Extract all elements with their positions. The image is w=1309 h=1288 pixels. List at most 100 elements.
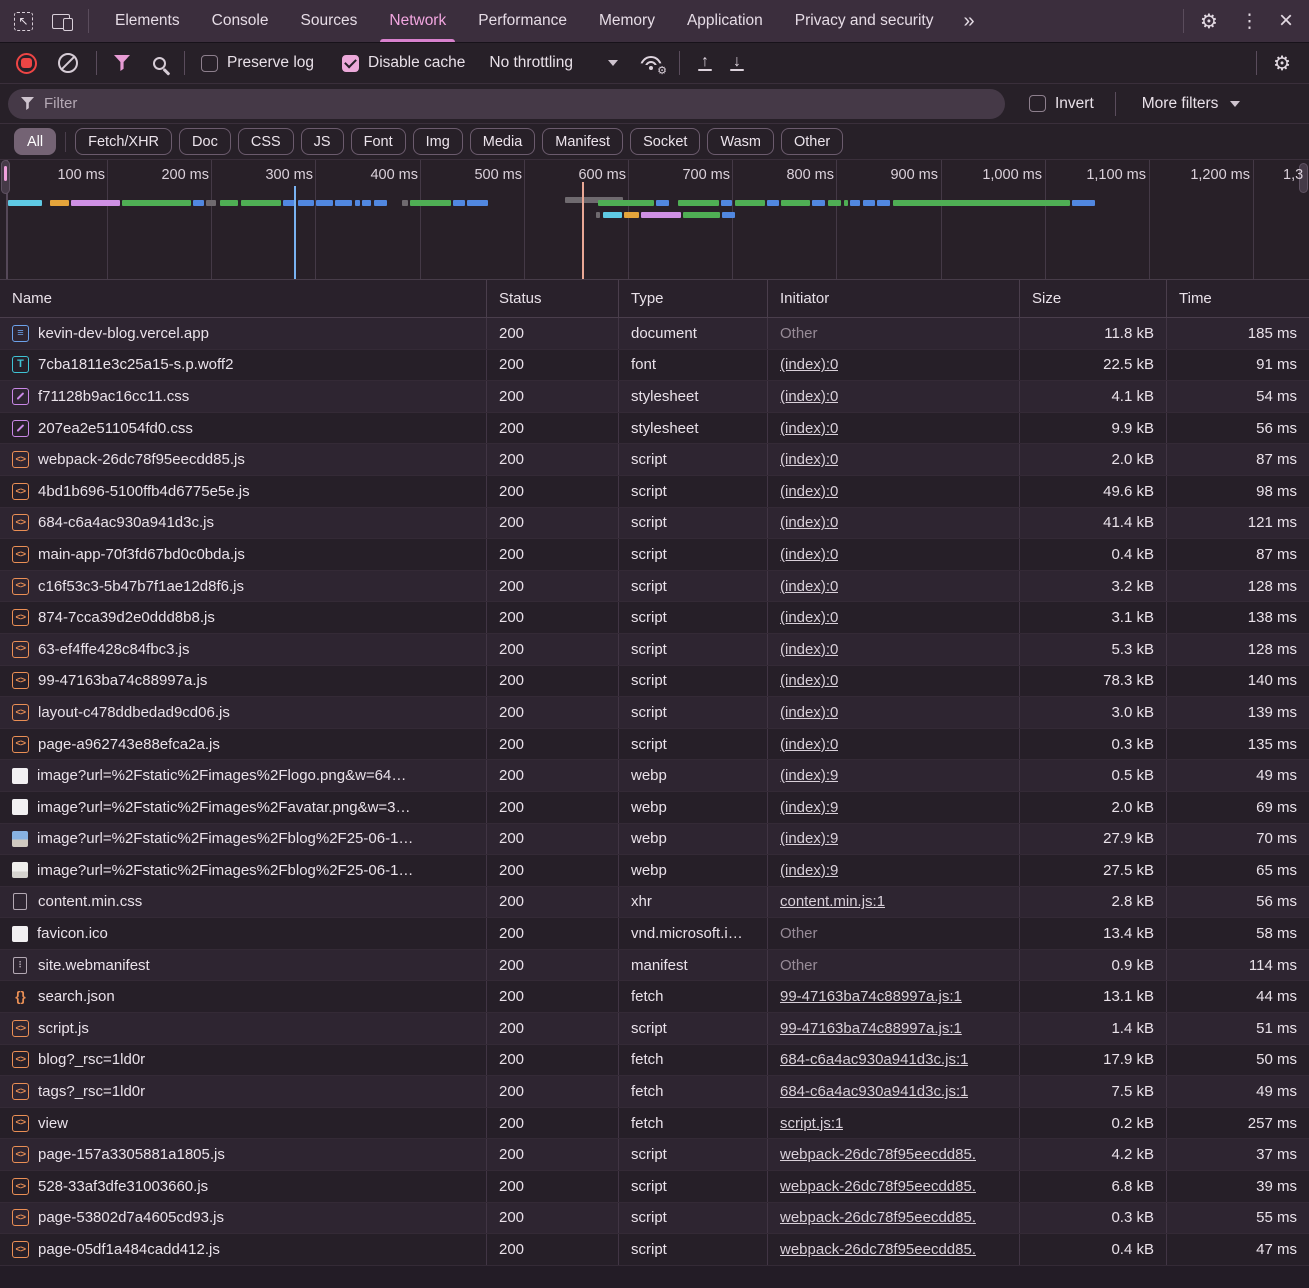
tab-application[interactable]: Application: [671, 0, 779, 42]
table-row[interactable]: tags?_rsc=1ld0r 200fetch 684-c6a4ac930a941…: [0, 1076, 1309, 1108]
filter-chip-media[interactable]: Media: [469, 128, 536, 155]
table-row[interactable]: 528-33af3dfe31003660.js 200script webpack-…: [0, 1171, 1309, 1203]
initiator-link[interactable]: 684-c6a4ac930a941d3c.js:1: [780, 1083, 968, 1100]
tab-network[interactable]: Network: [373, 0, 462, 42]
initiator-link[interactable]: 99-47163ba74c88997a.js:1: [780, 1020, 962, 1037]
filter-chip-doc[interactable]: Doc: [179, 128, 231, 155]
initiator-link[interactable]: (index):0: [780, 704, 838, 721]
initiator-link[interactable]: (index):0: [780, 609, 838, 626]
cell-name[interactable]: image?url=%2Fstatic%2Fimages%2Fblog%2F25…: [0, 823, 487, 855]
filter-chip-other[interactable]: Other: [780, 128, 844, 155]
initiator-link[interactable]: (index):0: [780, 483, 838, 500]
table-row[interactable]: 63-ef4ffe428c84fbc3.js 200script (index):0…: [0, 633, 1309, 666]
device-toolbar-icon[interactable]: [52, 13, 73, 31]
cell-name[interactable]: main-app-70f3fd67bd0c0bda.js: [0, 539, 487, 570]
cell-name[interactable]: 684-c6a4ac930a941d3c.js: [0, 507, 487, 539]
initiator-link[interactable]: (index):0: [780, 420, 838, 437]
table-row[interactable]: view 200fetch script.js:1 0.2 kB 257 ms: [0, 1107, 1309, 1140]
initiator-link[interactable]: (index):9: [780, 830, 838, 847]
settings-gear-icon[interactable]: ⚙: [1200, 9, 1218, 34]
table-row[interactable]: page-a962743e88efca2a.js 200script (index)…: [0, 728, 1309, 761]
column-header-type[interactable]: Type: [619, 280, 768, 317]
export-har-icon[interactable]: ↓: [729, 53, 744, 72]
cell-name[interactable]: c16f53c3-5b47b7f1ae12d8f6.js: [0, 570, 487, 602]
cell-name[interactable]: blog?_rsc=1ld0r: [0, 1044, 487, 1076]
initiator-link[interactable]: (index):0: [780, 451, 838, 468]
cell-name[interactable]: script.js: [0, 1013, 487, 1044]
cell-name[interactable]: tags?_rsc=1ld0r: [0, 1076, 487, 1107]
filter-chip-css[interactable]: CSS: [237, 128, 294, 155]
column-header-initiator[interactable]: Initiator: [768, 280, 1020, 317]
table-row[interactable]: kevin-dev-blog.vercel.app 200document Othe…: [0, 318, 1309, 350]
initiator-link[interactable]: (index):0: [780, 388, 838, 405]
table-row[interactable]: 7cba1811e3c25a15-s.p.woff2 200font (index)…: [0, 349, 1309, 382]
cell-name[interactable]: 4bd1b696-5100ffb4d6775e5e.js: [0, 475, 487, 507]
filter-chip-fetch-xhr[interactable]: Fetch/XHR: [75, 128, 173, 155]
initiator-link[interactable]: (index):0: [780, 578, 838, 595]
cell-name[interactable]: 207ea2e511054fd0.css: [0, 412, 487, 444]
cell-name[interactable]: image?url=%2Fstatic%2Fimages%2Fblog%2F25…: [0, 855, 487, 886]
table-row[interactable]: blog?_rsc=1ld0r 200fetch 684-c6a4ac930a941…: [0, 1044, 1309, 1077]
initiator-link[interactable]: 684-c6a4ac930a941d3c.js:1: [780, 1051, 968, 1068]
cell-name[interactable]: page-53802d7a4605cd93.js: [0, 1202, 487, 1234]
filter-chip-js[interactable]: JS: [300, 128, 344, 155]
table-row[interactable]: 874-7cca39d2e0ddd8b8.js 200script (index):…: [0, 602, 1309, 634]
initiator-link[interactable]: (index):9: [780, 767, 838, 784]
inspect-element-icon[interactable]: ↖: [14, 11, 33, 31]
filter-field[interactable]: [8, 88, 1005, 119]
initiator-link[interactable]: webpack-26dc78f95eecdd85.: [780, 1178, 976, 1195]
network-settings-gear-icon[interactable]: ⚙: [1273, 51, 1291, 76]
table-row[interactable]: layout-c478ddbedad9cd06.js 200script (inde…: [0, 697, 1309, 729]
cell-name[interactable]: favicon.ico: [0, 918, 487, 949]
tab-performance[interactable]: Performance: [462, 0, 583, 42]
cell-name[interactable]: search.json: [0, 981, 487, 1013]
table-row[interactable]: page-157a3305881a1805.js 200script webpack…: [0, 1139, 1309, 1172]
column-header-time[interactable]: Time: [1167, 280, 1309, 317]
search-icon[interactable]: [153, 56, 166, 70]
cell-name[interactable]: image?url=%2Fstatic%2Fimages%2Flogo.png&…: [0, 760, 487, 791]
more-tabs-icon[interactable]: »: [955, 10, 982, 33]
record-network-log-button[interactable]: [16, 52, 37, 74]
initiator-link[interactable]: webpack-26dc78f95eecdd85.: [780, 1209, 976, 1226]
cell-name[interactable]: page-157a3305881a1805.js: [0, 1139, 487, 1171]
cell-name[interactable]: 99-47163ba74c88997a.js: [0, 665, 487, 697]
initiator-link[interactable]: (index):0: [780, 736, 838, 753]
initiator-link[interactable]: (index):0: [780, 356, 838, 373]
throttling-select[interactable]: No throttling: [489, 54, 618, 72]
filter-input[interactable]: [44, 95, 992, 112]
tab-memory[interactable]: Memory: [583, 0, 671, 42]
cell-name[interactable]: page-a962743e88efca2a.js: [0, 728, 487, 760]
initiator-link[interactable]: script.js:1: [780, 1115, 843, 1132]
cell-name[interactable]: 63-ef4ffe428c84fbc3.js: [0, 633, 487, 665]
cell-name[interactable]: page-05df1a484cadd412.js: [0, 1234, 487, 1265]
table-row[interactable]: 207ea2e511054fd0.css 200 stylesheet (index)…: [0, 412, 1309, 445]
table-row[interactable]: page-53802d7a4605cd93.js 200script webpack…: [0, 1202, 1309, 1235]
cell-name[interactable]: 7cba1811e3c25a15-s.p.woff2: [0, 349, 487, 381]
table-row[interactable]: f71128b9ac16cc11.css 200 stylesheet (index)…: [0, 381, 1309, 413]
initiator-link[interactable]: content.min.js:1: [780, 893, 885, 910]
table-row[interactable]: favicon.ico 200 vnd.microsoft.i… Other 13.4 …: [0, 918, 1309, 950]
cell-name[interactable]: site.webmanifest: [0, 949, 487, 981]
more-filters-button[interactable]: More filters: [1142, 95, 1241, 113]
initiator-link[interactable]: (index):0: [780, 672, 838, 689]
clear-network-log-icon[interactable]: [58, 53, 78, 73]
initiator-link[interactable]: (index):9: [780, 799, 838, 816]
table-row[interactable]: 99-47163ba74c88997a.js 200script (index):0…: [0, 665, 1309, 698]
filter-chip-img[interactable]: Img: [412, 128, 463, 155]
filter-chip-all[interactable]: All: [14, 128, 57, 155]
table-row[interactable]: image?url=%2Fstatic%2Fimages%2Fblog%2F25…: [0, 855, 1309, 887]
tab-sources[interactable]: Sources: [285, 0, 374, 42]
table-row[interactable]: site.webmanifest 200manifest Other 0.9 kB 11…: [0, 949, 1309, 982]
initiator-link[interactable]: (index):0: [780, 546, 838, 563]
cell-name[interactable]: view: [0, 1107, 487, 1139]
table-row[interactable]: main-app-70f3fd67bd0c0bda.js 200script (in…: [0, 539, 1309, 571]
cell-name[interactable]: 874-7cca39d2e0ddd8b8.js: [0, 602, 487, 633]
preserve-log-checkbox[interactable]: [201, 54, 218, 72]
table-row[interactable]: search.json 200fetch 99-47163ba74c88997a.j…: [0, 981, 1309, 1014]
table-row[interactable]: image?url=%2Fstatic%2Fimages%2Fblog%2F25…: [0, 823, 1309, 856]
initiator-link[interactable]: webpack-26dc78f95eecdd85.: [780, 1241, 976, 1258]
close-icon[interactable]: ×: [1279, 9, 1293, 33]
disable-cache-checkbox[interactable]: [342, 54, 360, 72]
table-row[interactable]: image?url=%2Fstatic%2Fimages%2Flogo.png&…: [0, 760, 1309, 792]
filter-chip-font[interactable]: Font: [350, 128, 406, 155]
